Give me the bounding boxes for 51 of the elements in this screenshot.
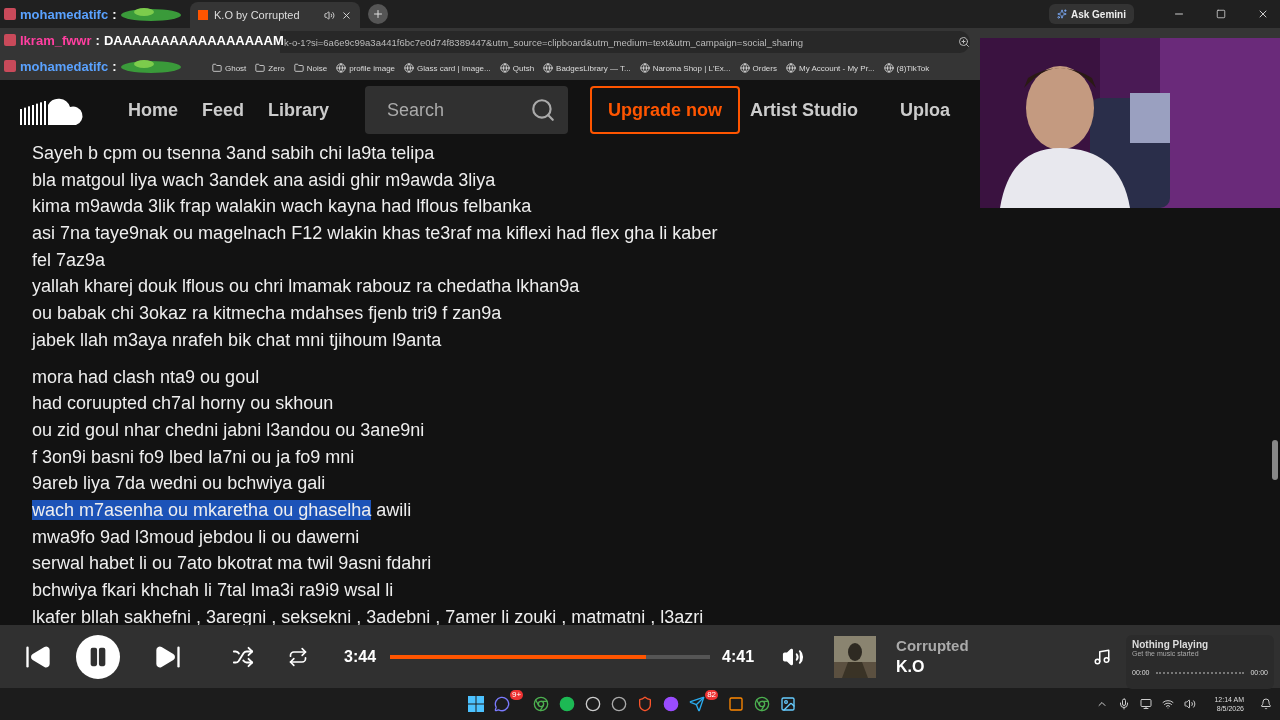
bookmark[interactable]: Qutsh <box>512 63 535 73</box>
nav-link[interactable]: Library <box>268 99 330 121</box>
chat-username: Ikram_fwwr <box>20 32 92 48</box>
chat-separator: : <box>112 58 117 74</box>
bookmark[interactable]: Noise <box>306 63 328 73</box>
nav-link[interactable]: Home <box>128 99 178 121</box>
lyric-line: mwa9fo 9ad l3moud jebdou li ou dawerni <box>32 525 361 549</box>
ask-gemini-button[interactable]: Ask Gemini <box>1048 4 1134 24</box>
search-field[interactable]: Search <box>365 86 569 134</box>
lyric-line: 9areb liya 7da wedni ou bchwiya gali <box>32 472 327 496</box>
upgrade-button[interactable]: Upgrade now <box>590 86 741 134</box>
bookmark[interactable]: Ghost <box>225 63 247 73</box>
nav-link[interactable]: Uploa <box>900 99 951 121</box>
bookmark[interactable]: Zero <box>268 63 285 73</box>
lyric-line: jabek llah m3aya nrafeh bik chat mni tjihoum l9anta <box>32 328 443 352</box>
lyric-line: fel 7az9a <box>32 248 107 272</box>
lyric-line: asi 7na taye9nak ou magelnach F12 wlakin khas te3raf ma kiflexi had flex gha li kaber <box>32 222 719 246</box>
lyric-line: serwal habet li ou 7ato bkotrat ma twil 9asni fdahri <box>32 552 433 576</box>
lyric-line: bchwiya fkari khchah li 7tal lma3i ra9i9 wsal li <box>32 579 395 602</box>
lyric-line: Sayeh b cpm ou tsenna 3and sabih chi la9ta telipa <box>32 142 436 165</box>
lyric-line: mora had clash nta9 ou goul <box>32 365 261 389</box>
tab-title: K.O by Corrupted <box>214 9 301 21</box>
browser-tab[interactable]: K.O by Corrupted <box>190 2 360 28</box>
duration-time: 4:41 <box>722 647 755 666</box>
nav-link[interactable]: Feed <box>202 99 245 121</box>
bookmark[interactable]: Orders <box>752 63 777 73</box>
lyric-line: f 3on9i basni fo9 lbed la7ni ou ja fo9 mni <box>32 445 356 469</box>
bookmark[interactable]: (8)TikTok <box>896 63 930 73</box>
lyric-line: bla matgoul liya wach 3andek ana asidi ghir m9awda 3liya <box>32 168 497 192</box>
lyric-line: had coruupted ch7al horny ou skhoun <box>32 392 335 416</box>
lyric-line: yallah kharej douk lflous ou chri lmamak rabouz ra chedatha lkhan9a <box>32 275 581 299</box>
lyric-line: ou zid goul nhar chedni jabni l3andou ou 3ane9ni <box>32 418 426 442</box>
lyric-line: kima m9awda 3lik frap walakin wach kayna had lflous felbanka <box>32 195 533 219</box>
lyric-line: ou babak chi 3okaz ra kitmecha mdahses fjenb tri9 f zan9a <box>32 302 503 326</box>
chat-separator: : <box>95 32 100 48</box>
notification-badge: 9+ <box>510 690 524 700</box>
bookmark[interactable]: My Account - My Pr... <box>798 63 875 73</box>
artist-name[interactable]: Corrupted <box>896 637 969 654</box>
bookmark[interactable]: profile image <box>349 63 396 73</box>
track-title[interactable]: K.O <box>896 658 969 676</box>
elapsed-time: 3:44 <box>344 647 377 666</box>
widget-title: Nothing Playing <box>1132 639 1210 650</box>
chat-separator: : <box>112 6 117 22</box>
notification-badge: 82 <box>705 690 719 700</box>
bookmark[interactable]: Naroma Shop | L'Ex... <box>652 63 731 73</box>
chat-username: mohamedatifc <box>20 6 109 22</box>
url-text: k-o-1?si=6a6e9c99a3a441f6bc7e0d74f8389447&utm_source=clipboard&utm_medium=text&utm_campaign=social_sharing <box>284 36 805 48</box>
bookmark[interactable]: BadgesLibrary — T... <box>556 63 631 73</box>
bookmark[interactable]: Glass card | Image... <box>417 63 491 73</box>
nav-link[interactable]: Artist Studio <box>750 99 859 121</box>
chat-username: mohamedatifc <box>20 58 109 74</box>
